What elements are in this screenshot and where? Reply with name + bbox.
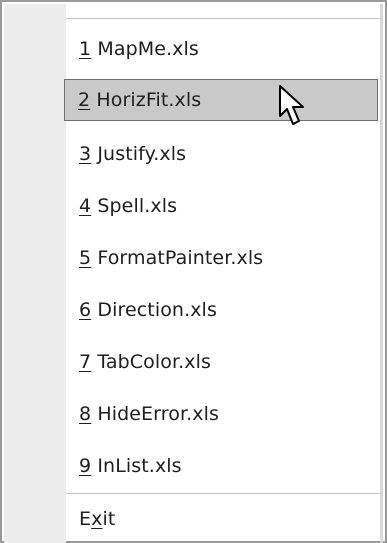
recent-file-2-mnemonic: 2 (78, 89, 91, 111)
exit-menu-item[interactable]: Ex it (66, 498, 377, 540)
exit-label-start: E (79, 508, 92, 530)
arrow-pointer-icon (279, 85, 304, 125)
recent-file-8[interactable]: 8 HideError.xls (66, 393, 377, 435)
recent-file-1[interactable]: 1 MapMe.xls (66, 28, 377, 70)
recent-file-2-name: HorizFit.xls (96, 89, 202, 111)
recent-file-3-name: Justify.xls (97, 143, 187, 165)
exit-label-end: it (102, 508, 116, 530)
menu-icon-gutter (4, 4, 66, 543)
recent-file-7-name: TabColor.xls (97, 351, 212, 373)
recent-file-6-name: Direction.xls (97, 299, 217, 321)
file-menu-dropdown: 1 MapMe.xls 2 HorizFit.xls 3 Justify.xls… (0, 0, 387, 543)
recent-file-9[interactable]: 9 InList.xls (66, 445, 377, 487)
recent-file-9-mnemonic: 9 (79, 455, 92, 477)
recent-file-5-mnemonic: 5 (79, 247, 92, 269)
recent-file-4-mnemonic: 4 (79, 195, 92, 217)
exit-mnemonic: x (91, 508, 103, 530)
menu-separator-top (66, 18, 382, 19)
recent-file-4[interactable]: 4 Spell.xls (66, 185, 377, 227)
recent-file-8-mnemonic: 8 (79, 403, 92, 425)
recent-file-1-mnemonic: 1 (79, 38, 92, 60)
menu-edge-shadow (380, 4, 383, 543)
recent-file-4-name: Spell.xls (97, 195, 178, 217)
menu-separator-exit (66, 493, 382, 494)
recent-file-7-mnemonic: 7 (79, 351, 92, 373)
recent-file-5-name: FormatPainter.xls (97, 247, 264, 269)
recent-file-7[interactable]: 7 TabColor.xls (66, 341, 377, 383)
recent-file-3-mnemonic: 3 (79, 143, 92, 165)
recent-file-5[interactable]: 5 FormatPainter.xls (66, 237, 377, 279)
recent-file-6[interactable]: 6 Direction.xls (66, 289, 377, 331)
recent-file-2[interactable]: 2 HorizFit.xls (64, 79, 378, 121)
recent-file-3[interactable]: 3 Justify.xls (66, 133, 377, 175)
recent-file-6-mnemonic: 6 (79, 299, 92, 321)
recent-file-8-name: HideError.xls (97, 403, 219, 425)
recent-file-1-name: MapMe.xls (97, 38, 199, 60)
recent-file-9-name: InList.xls (97, 455, 182, 477)
